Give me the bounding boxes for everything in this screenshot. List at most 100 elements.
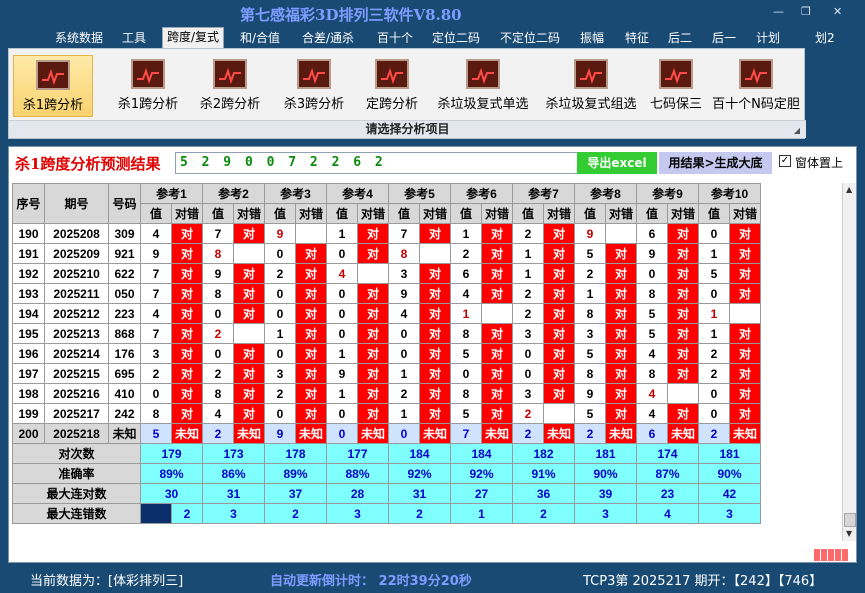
cell-value[interactable]: 0 xyxy=(512,343,544,364)
cell-value[interactable]: 0 xyxy=(264,303,296,324)
cell-result[interactable] xyxy=(728,303,762,324)
cell-result[interactable]: 对 xyxy=(543,363,575,384)
ribbon-button-4[interactable]: 定跨分析 xyxy=(359,55,425,117)
cell-value[interactable]: 9 xyxy=(140,243,172,264)
cell-value[interactable]: 1 xyxy=(264,323,296,344)
cell-value[interactable]: 0 xyxy=(140,383,172,404)
cell-value[interactable]: 2 xyxy=(388,383,420,404)
cell-result[interactable]: 对 xyxy=(543,383,575,404)
cell-result[interactable]: 对 xyxy=(667,263,699,284)
cell-result[interactable]: 对 xyxy=(605,263,637,284)
cell-value[interactable]: 1 xyxy=(326,343,358,364)
menu-item-5[interactable]: 百十个 xyxy=(377,29,413,46)
cell-value[interactable]: 4 xyxy=(636,383,668,404)
cell-result[interactable]: 对 xyxy=(419,323,451,344)
cell-result[interactable]: 对 xyxy=(481,223,513,244)
cell-value[interactable]: 0 xyxy=(388,343,420,364)
cell-result[interactable]: 对 xyxy=(419,303,451,324)
cell-result[interactable]: 对 xyxy=(357,323,389,344)
cell-value[interactable]: 1 xyxy=(388,403,420,424)
cell-result[interactable]: 对 xyxy=(357,363,389,384)
cell-result[interactable] xyxy=(233,243,265,264)
cell-value[interactable]: 9 xyxy=(202,263,234,284)
minimize-button[interactable]: — xyxy=(773,5,784,18)
cell-result[interactable]: 对 xyxy=(543,323,575,344)
cell-result[interactable]: 对 xyxy=(667,283,699,304)
cell-result[interactable]: 对 xyxy=(233,303,265,324)
menu-item-7[interactable]: 不定位二码 xyxy=(500,29,560,46)
cell-value[interactable]: 2 xyxy=(140,363,172,384)
cell-result[interactable]: 对 xyxy=(171,223,203,244)
cell-result[interactable] xyxy=(543,403,575,424)
cell-value[interactable]: 2 xyxy=(512,283,544,304)
cell-value[interactable]: 2 xyxy=(698,423,730,444)
menu-item-6[interactable]: 定位二码 xyxy=(432,29,480,46)
cell-result[interactable]: 对 xyxy=(233,363,265,384)
cell-result[interactable]: 对 xyxy=(295,403,327,424)
cell-value[interactable]: 0 xyxy=(698,283,730,304)
cell-value[interactable]: 2 xyxy=(698,363,730,384)
table-row[interactable]: 199 2025217 242 8 对 4 对 0 对 0 对 1 对 5 对 2 5 对 4 对 0 对 xyxy=(12,403,762,424)
menu-item-4[interactable]: 合差/通杀 xyxy=(302,29,354,46)
cell-value[interactable]: 5 xyxy=(698,263,730,284)
cell-value[interactable]: 8 xyxy=(450,383,482,404)
cell-value[interactable]: 8 xyxy=(450,323,482,344)
cell-value[interactable]: 0 xyxy=(388,323,420,344)
cell-result[interactable] xyxy=(605,223,637,244)
cell-result[interactable]: 对 xyxy=(728,243,762,264)
close-button[interactable]: ✕ xyxy=(833,5,842,18)
ribbon-button-5[interactable]: 杀垃圾复式单选 xyxy=(431,55,535,117)
cell-result[interactable]: 对 xyxy=(667,243,699,264)
cell-result[interactable]: 对 xyxy=(728,403,762,424)
menu-item-12[interactable]: 计划 xyxy=(756,29,780,46)
cell-value[interactable]: 5 xyxy=(574,243,606,264)
ribbon-button-3[interactable]: 杀3跨分析 xyxy=(273,55,355,117)
cell-result[interactable]: 对 xyxy=(543,343,575,364)
ontop-checkbox[interactable]: ✓ xyxy=(779,155,791,167)
cell-value[interactable]: 9 xyxy=(574,223,606,244)
table-row[interactable]: 190 2025208 309 4 对 7 对 9 1 对 7 对 1 对 2 对 9 6 对 0 对 xyxy=(12,223,762,244)
cell-result[interactable]: 对 xyxy=(171,363,203,384)
cell-result[interactable]: 对 xyxy=(543,263,575,284)
cell-value[interactable]: 0 xyxy=(388,423,420,444)
cell-result[interactable]: 对 xyxy=(728,323,762,344)
cell-value[interactable]: 9 xyxy=(264,223,296,244)
cell-value[interactable]: 2 xyxy=(698,343,730,364)
cell-result[interactable]: 对 xyxy=(481,403,513,424)
cell-value[interactable]: 0 xyxy=(202,343,234,364)
cell-value[interactable]: 4 xyxy=(636,343,668,364)
cell-result[interactable]: 对 xyxy=(419,383,451,404)
cell-result[interactable]: 对 xyxy=(295,383,327,404)
cell-result[interactable]: 对 xyxy=(667,323,699,344)
cell-value[interactable]: 7 xyxy=(140,283,172,304)
cell-result[interactable]: 对 xyxy=(233,223,265,244)
cell-result[interactable]: 对 xyxy=(419,283,451,304)
cell-value[interactable]: 5 xyxy=(450,403,482,424)
cell-result[interactable] xyxy=(667,383,699,404)
cell-value[interactable]: 7 xyxy=(450,423,482,444)
cell-value[interactable]: 7 xyxy=(140,263,172,284)
cell-result[interactable]: 对 xyxy=(295,283,327,304)
cell-value[interactable]: 6 xyxy=(636,223,668,244)
cell-value[interactable]: 1 xyxy=(698,243,730,264)
cell-value[interactable]: 0 xyxy=(326,303,358,324)
cell-value[interactable]: 1 xyxy=(512,263,544,284)
cell-value[interactable]: 6 xyxy=(450,263,482,284)
cell-value[interactable]: 5 xyxy=(636,323,668,344)
cell-value[interactable]: 1 xyxy=(698,303,730,324)
cell-result[interactable]: 对 xyxy=(171,343,203,364)
cell-value[interactable]: 1 xyxy=(512,243,544,264)
cell-result[interactable]: 对 xyxy=(605,283,637,304)
cell-value[interactable]: 5 xyxy=(574,403,606,424)
cell-value[interactable]: 3 xyxy=(140,343,172,364)
cell-result[interactable]: 对 xyxy=(481,243,513,264)
cell-value[interactable]: 5 xyxy=(450,343,482,364)
restore-button[interactable]: ❐ xyxy=(801,5,811,18)
cell-result[interactable]: 对 xyxy=(728,383,762,404)
cell-value[interactable]: 6 xyxy=(636,423,668,444)
cell-result[interactable]: 对 xyxy=(419,363,451,384)
menu-item-11[interactable]: 后一 xyxy=(712,29,736,46)
cell-value[interactable]: 5 xyxy=(140,423,172,444)
cell-value[interactable]: 7 xyxy=(388,223,420,244)
cell-value[interactable]: 2 xyxy=(450,243,482,264)
